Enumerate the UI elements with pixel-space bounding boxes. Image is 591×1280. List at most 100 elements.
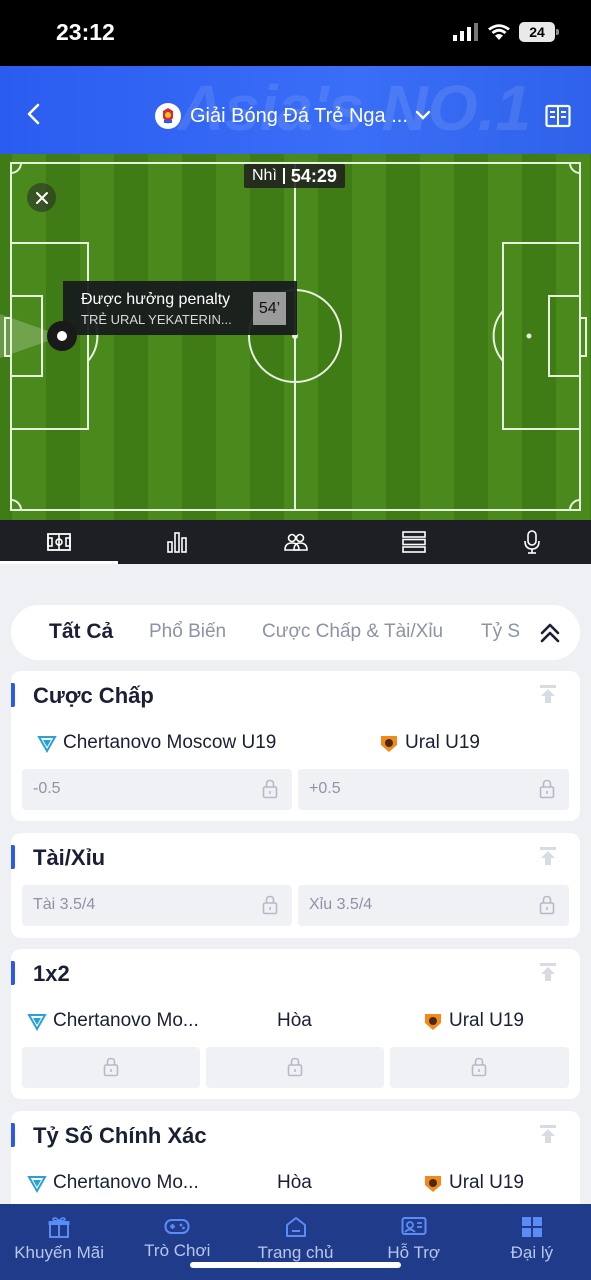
home-team-name: Chertanovo Mo... <box>53 1172 199 1193</box>
tab-lineup[interactable] <box>236 520 354 564</box>
ural-logo-icon <box>381 736 397 752</box>
home-team: Chertanovo Mo... <box>27 1010 199 1032</box>
filter-correct-score[interactable]: Tỷ S <box>481 621 520 643</box>
match-clock-badge: Nhì 54:29 <box>244 164 345 188</box>
odds-button-under[interactable]: Xỉu 3.5/4 <box>298 885 569 926</box>
market-card-totals: Tài/Xỉu Tài 3.5/4 Xỉu 3.5/4 <box>11 833 580 938</box>
ural-logo-icon <box>425 1014 441 1030</box>
nav-label: Trang chủ <box>257 1243 334 1262</box>
draw-text: Hòa <box>277 1172 312 1193</box>
nav-label: Trò Chơi <box>144 1241 211 1260</box>
market-filter-bar: Tất Cả Phổ Biến Cược Chấp & Tài/Xỉu Tỷ S <box>11 605 580 660</box>
gift-icon <box>48 1217 70 1238</box>
pin-top-icon[interactable] <box>538 962 558 982</box>
ural-logo-icon <box>425 1176 441 1192</box>
home-team: Chertanovo Moscow U19 <box>37 732 276 754</box>
nav-games[interactable]: Trò Chơi <box>118 1204 236 1280</box>
nav-promotions[interactable]: Khuyến Mãi <box>0 1204 118 1280</box>
gamepad-icon <box>164 1219 190 1234</box>
chertanovo-logo-icon <box>27 1014 47 1031</box>
match-period: Nhì <box>252 167 277 184</box>
pitch-field <box>0 154 591 520</box>
odds-label: Tài 3.5/4 <box>33 896 96 913</box>
chertanovo-logo-icon <box>37 736 57 753</box>
tab-statistics[interactable] <box>118 520 236 564</box>
event-minute: 54’ <box>253 292 286 325</box>
support-icon <box>401 1217 427 1235</box>
odds-button-away-handicap[interactable]: +0.5 <box>298 769 569 810</box>
pitch-visualization <box>0 154 591 520</box>
away-team: Ural U19 <box>379 732 480 754</box>
filter-popular[interactable]: Phổ Biến <box>149 621 226 643</box>
rules-book-icon[interactable] <box>545 104 571 128</box>
ball-position-marker <box>47 321 77 351</box>
chevron-down-icon[interactable] <box>414 108 432 122</box>
home-team: Chertanovo Mo... <box>27 1172 199 1194</box>
nav-support[interactable]: Hỗ Trợ <box>355 1204 473 1280</box>
signal-icon <box>453 23 478 41</box>
status-time: 23:12 <box>56 19 115 45</box>
draw-label: Hòa <box>277 1010 312 1032</box>
card-accent <box>11 961 15 985</box>
back-icon[interactable] <box>22 102 46 126</box>
draw-label: Hòa <box>277 1172 312 1194</box>
lock-icon <box>287 1057 303 1077</box>
away-team-name: Ural U19 <box>449 1172 524 1193</box>
odds-button-away-win[interactable] <box>390 1047 569 1088</box>
odds-label: Xỉu 3.5/4 <box>309 896 373 913</box>
draw-text: Hòa <box>277 1010 312 1031</box>
bar-chart-icon <box>167 532 188 553</box>
pin-top-icon[interactable] <box>538 846 558 866</box>
card-accent <box>11 683 15 707</box>
odds-button-home-win[interactable] <box>22 1047 200 1088</box>
card-accent <box>11 845 15 869</box>
card-title: Tài/Xỉu <box>33 845 106 870</box>
card-title: 1x2 <box>33 961 70 986</box>
lineup-icon <box>283 533 308 551</box>
nav-label: Hỗ Trợ <box>387 1243 441 1262</box>
event-team: TRẺ URAL YEKATERIN... <box>81 312 232 327</box>
tab-pitch[interactable] <box>0 520 119 564</box>
filter-all[interactable]: Tất Cả <box>49 620 113 644</box>
home-indicator <box>190 1262 401 1268</box>
double-chevron-up-icon <box>540 623 560 642</box>
microphone-icon <box>524 530 540 554</box>
away-team: Ural U19 <box>423 1172 524 1194</box>
lock-icon <box>539 779 555 799</box>
collapse-button[interactable] <box>520 605 580 660</box>
pin-top-icon[interactable] <box>538 684 558 704</box>
odds-button-home-handicap[interactable]: -0.5 <box>22 769 292 810</box>
odds-label: +0.5 <box>309 780 341 797</box>
odds-button-draw[interactable] <box>206 1047 384 1088</box>
home-team-name: Chertanovo Mo... <box>53 1010 199 1031</box>
away-team: Ural U19 <box>423 1010 524 1032</box>
close-button[interactable] <box>27 183 56 212</box>
lock-icon <box>262 895 278 915</box>
list-icon <box>401 531 426 553</box>
league-title[interactable]: Giải Bóng Đá Trẻ Nga ... <box>190 105 408 128</box>
pin-top-icon[interactable] <box>538 1124 558 1144</box>
card-title: Cược Chấp <box>33 683 154 708</box>
away-team-name: Ural U19 <box>405 732 480 753</box>
home-icon <box>285 1217 306 1237</box>
odds-button-over[interactable]: Tài 3.5/4 <box>22 885 292 926</box>
market-card-handicap: Cược Chấp Chertanovo Moscow U19 Ural U19… <box>11 671 580 821</box>
filter-handicap-totals[interactable]: Cược Chấp & Tài/Xỉu <box>262 621 443 643</box>
nav-agent[interactable]: Đại lý <box>473 1204 591 1280</box>
tab-events[interactable] <box>355 520 473 564</box>
odds-label: -0.5 <box>33 780 61 797</box>
nav-home[interactable]: Trang chủ <box>236 1204 354 1280</box>
event-title: Được hưởng penalty <box>81 291 231 308</box>
status-icons: 24 <box>453 22 559 42</box>
match-clock: 54:29 <box>290 165 337 186</box>
nav-label: Khuyến Mãi <box>14 1243 104 1262</box>
away-team-name: Ural U19 <box>449 1010 524 1031</box>
home-team-name: Chertanovo Moscow U19 <box>63 732 277 753</box>
card-title: Tỷ Số Chính Xác <box>33 1123 207 1148</box>
pitch-icon <box>47 533 71 551</box>
tab-commentary[interactable] <box>473 520 591 564</box>
app-header: Asia's NO.1 Giải Bóng Đá Trẻ Nga ... <box>0 66 591 154</box>
status-bar: 23:12 24 <box>0 0 591 66</box>
wifi-icon <box>488 24 510 40</box>
lock-icon <box>262 779 278 799</box>
